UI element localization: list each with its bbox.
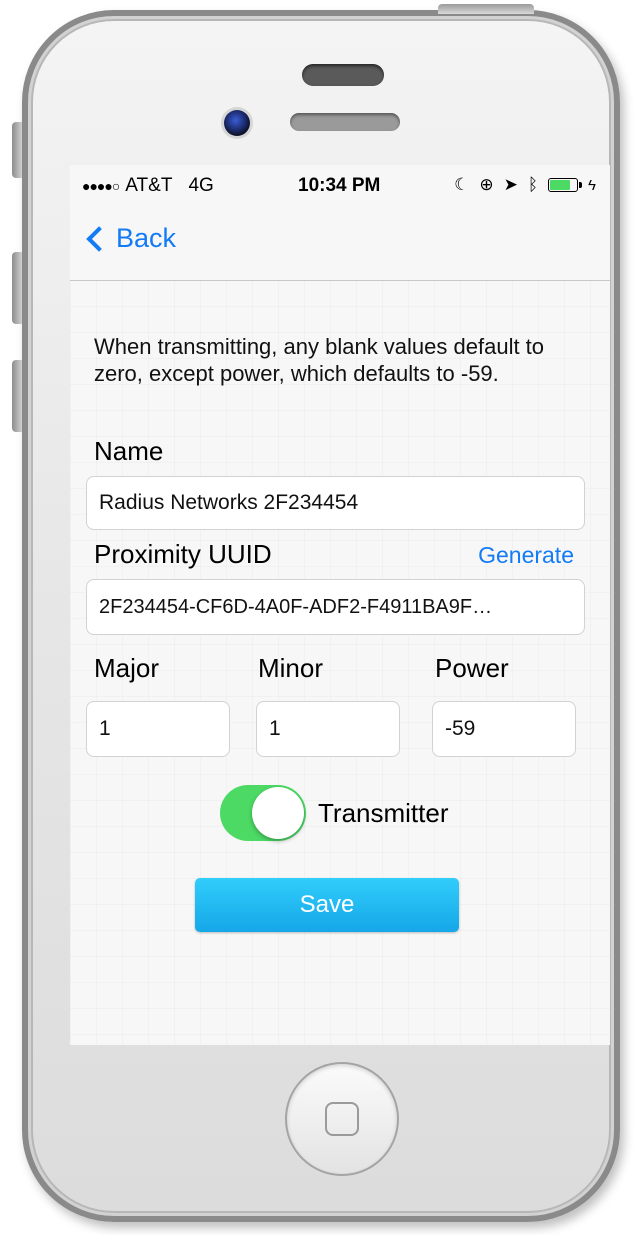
instructions-text: When transmitting, any blank values defa… xyxy=(94,334,545,386)
power-label: Power xyxy=(435,653,509,683)
major-label: Major xyxy=(94,653,160,683)
moon-icon: ☾ xyxy=(454,175,470,194)
transmitter-toggle[interactable] xyxy=(220,785,306,841)
chevron-left-icon xyxy=(86,225,112,252)
toggle-knob xyxy=(252,787,304,839)
battery-fill xyxy=(550,180,571,190)
back-label: Back xyxy=(116,223,177,253)
carrier-name: AT&T xyxy=(125,175,173,196)
home-button[interactable] xyxy=(285,1062,399,1176)
name-label: Name xyxy=(94,436,164,466)
status-left: ●●●●○ AT&T 4G xyxy=(82,175,214,197)
uuid-label: Proximity UUID xyxy=(94,539,272,569)
status-right: ☾ ⊕ ➤ ᛒ ϟ xyxy=(454,175,596,195)
status-bar: ●●●●○ AT&T 4G 10:34 PM ☾ ⊕ ➤ ᛒ ϟ xyxy=(70,165,610,205)
form-content: When transmitting, any blank values defa… xyxy=(70,281,610,1045)
home-square-icon xyxy=(325,1102,359,1136)
earpiece-speaker xyxy=(290,113,400,131)
power-button[interactable] xyxy=(438,4,534,14)
minor-label: Minor xyxy=(258,653,324,683)
save-button[interactable]: Save xyxy=(195,878,459,932)
location-icon: ➤ xyxy=(503,175,518,194)
power-field[interactable]: -59 xyxy=(432,701,576,757)
charging-icon: ϟ xyxy=(588,176,596,194)
transmitter-label: Transmitter xyxy=(318,798,449,828)
network-type: 4G xyxy=(188,175,214,196)
signal-strength: ●●●●○ xyxy=(82,178,120,194)
navigation-bar: Back xyxy=(70,205,610,281)
volume-up-button[interactable] xyxy=(12,252,22,324)
major-field[interactable]: 1 xyxy=(86,701,230,757)
uuid-field[interactable]: 2F234454-CF6D-4A0F-ADF2-F4911BA9F… xyxy=(86,579,585,635)
mute-switch[interactable] xyxy=(12,122,22,178)
minor-field[interactable]: 1 xyxy=(256,701,400,757)
status-time: 10:34 PM xyxy=(298,175,381,196)
name-field[interactable]: Radius Networks 2F234454 xyxy=(86,476,585,530)
back-button[interactable]: Back xyxy=(84,223,176,254)
front-camera xyxy=(224,110,250,136)
earpiece-top xyxy=(302,64,384,86)
bluetooth-icon: ᛒ xyxy=(527,175,539,194)
orientation-lock-icon: ⊕ xyxy=(479,175,494,194)
volume-down-button[interactable] xyxy=(12,360,22,432)
battery-icon xyxy=(548,178,583,192)
screen: ●●●●○ AT&T 4G 10:34 PM ☾ ⊕ ➤ ᛒ ϟ Back Wh… xyxy=(70,165,610,1045)
generate-button[interactable]: Generate xyxy=(478,542,574,569)
